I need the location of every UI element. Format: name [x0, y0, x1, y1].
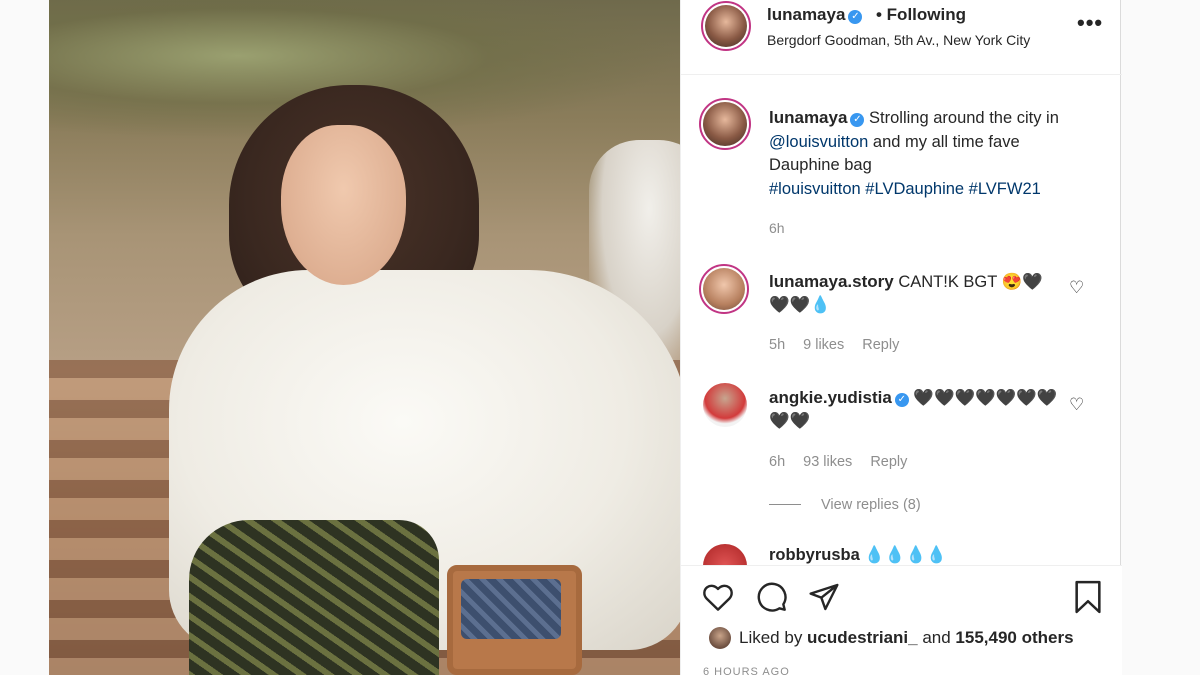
verified-check-icon: ✓ — [850, 113, 865, 127]
caption-username[interactable]: lunamaya — [769, 108, 847, 127]
verified-check-icon: ✓ — [848, 10, 863, 24]
mention-link[interactable]: @louisvuitton — [769, 133, 868, 151]
comment-text: lunamaya.story CANT!K BGT 😍🖤🖤🖤💧 — [769, 272, 1043, 314]
hashtags[interactable]: #louisvuitton #LVDauphine #LVFW21 — [769, 180, 1041, 198]
comment-icon[interactable] — [755, 580, 789, 614]
avatar[interactable] — [701, 1, 751, 51]
following-button[interactable]: • Following — [876, 5, 966, 25]
comment-avatar[interactable] — [699, 264, 749, 314]
caption-time: 6h — [769, 220, 785, 236]
more-options-icon[interactable]: ••• — [1077, 10, 1103, 36]
caption-avatar[interactable] — [699, 98, 751, 150]
photo-face — [281, 125, 406, 285]
paper-plane-icon[interactable] — [807, 580, 841, 614]
bag-monogram — [461, 579, 561, 639]
post-photo[interactable]: › — [49, 0, 680, 675]
reply-button[interactable]: Reply — [862, 337, 899, 353]
view-replies-button[interactable]: View replies (8) — [769, 497, 921, 513]
likes-text[interactable]: Liked by ucudestriani_ and 155,490 other… — [739, 628, 1074, 648]
bookmark-icon[interactable] — [1071, 580, 1105, 614]
divider — [769, 504, 801, 505]
action-bar — [681, 565, 1122, 625]
likes-summary: Liked by ucudestriani_ and 155,490 other… — [681, 622, 1122, 675]
comment-avatar[interactable] — [703, 383, 747, 427]
post-header: lunamaya ✓ • Following Bergdorf Goodman, … — [681, 0, 1122, 75]
reply-button[interactable]: Reply — [870, 454, 907, 470]
post-username[interactable]: lunamaya ✓ — [767, 5, 863, 25]
comment-text: robbyrusba 💧💧💧💧 — [769, 546, 947, 564]
heart-icon[interactable] — [701, 580, 735, 614]
avatar[interactable] — [709, 627, 731, 649]
photo-bag — [447, 565, 582, 675]
photo-skirt — [189, 520, 439, 675]
heart-icon[interactable]: ♡ — [1069, 395, 1084, 415]
verified-check-icon: ✓ — [894, 393, 909, 407]
caption: lunamaya ✓ Strolling around the city in @… — [769, 108, 1059, 198]
comment-meta: 5h 9 likes Reply — [769, 337, 900, 353]
comment-meta: 6h 93 likes Reply — [769, 454, 908, 470]
location-link[interactable]: Bergdorf Goodman, 5th Av., New York City — [767, 32, 1030, 48]
post-timestamp: 6 HOURS AGO — [703, 666, 790, 675]
post-sidebar: lunamaya ✓ • Following Bergdorf Goodman, … — [680, 0, 1122, 675]
comment-text: angkie.yudistia ✓ 🖤🖤🖤🖤🖤🖤🖤🖤🖤 — [769, 388, 1058, 430]
heart-icon[interactable]: ♡ — [1069, 278, 1084, 298]
